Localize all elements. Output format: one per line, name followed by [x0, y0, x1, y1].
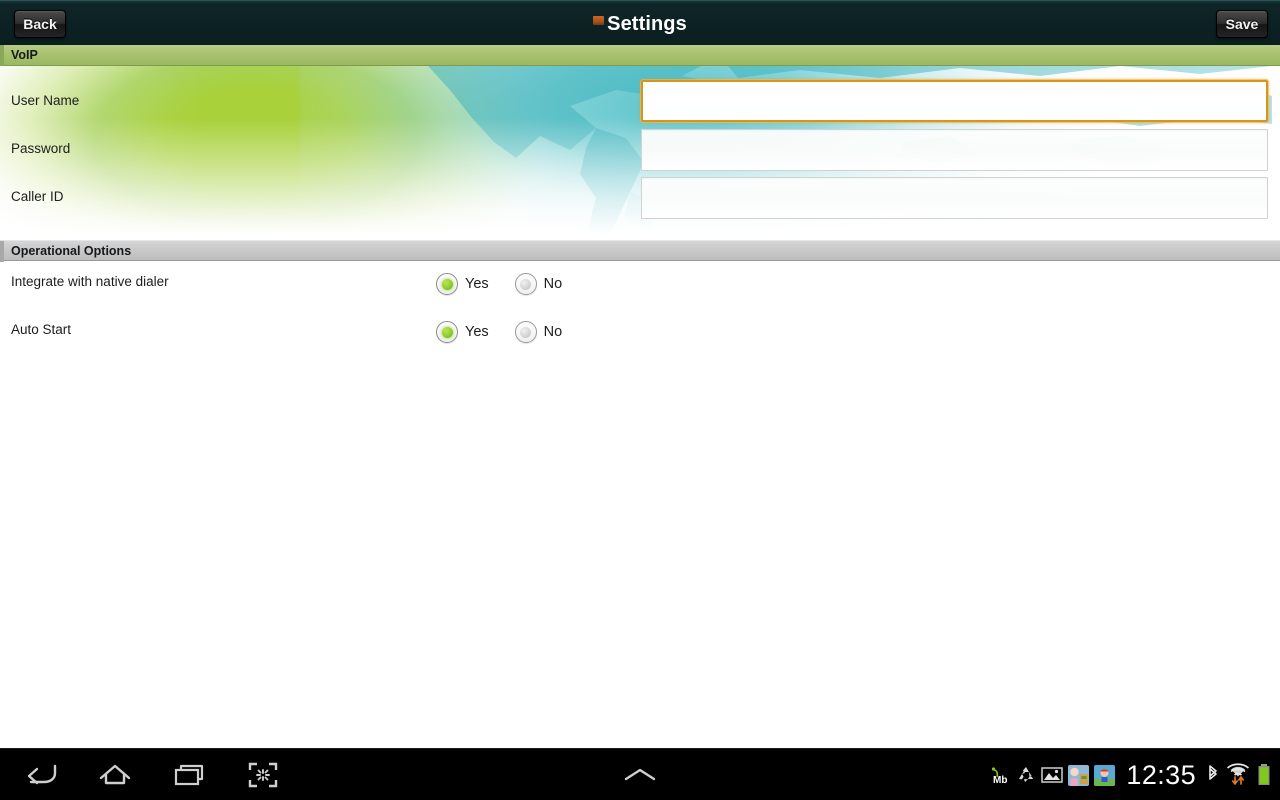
radio-integrate-dialer-yes[interactable]: Yes — [436, 273, 489, 295]
gallery-image-icon — [1041, 766, 1064, 784]
section-header-operational-options-label: Operational Options — [11, 243, 132, 258]
back-icon — [27, 764, 57, 785]
radio-label-no: No — [543, 276, 563, 292]
chevron-up-icon — [624, 768, 656, 781]
radio-button-yes-icon[interactable] — [436, 321, 458, 343]
home-icon — [99, 764, 131, 785]
status-clock: 12:35 — [1126, 759, 1196, 790]
recents-icon — [174, 764, 204, 786]
radio-button-no-icon[interactable] — [514, 273, 537, 295]
app-thumbnail-2-icon — [1094, 764, 1116, 786]
radio-label-yes: Yes — [465, 324, 489, 340]
title-container: Settings — [0, 1, 1280, 47]
system-navigation-bar: Mb 12:35 — [0, 748, 1280, 800]
status-bar-area[interactable]: Mb 12:35 — [990, 749, 1280, 800]
battery-icon — [1256, 763, 1272, 787]
section-header-operational-options: Operational Options — [0, 240, 1280, 262]
bluetooth-icon — [1206, 764, 1220, 786]
radio-group-integrate-dialer: Yes No — [436, 273, 562, 295]
option-row-integrate-dialer: Integrate with native dialer Yes No — [0, 262, 1280, 306]
label-password: Password — [11, 141, 71, 156]
voip-form-panel: User Name Password Caller ID — [0, 66, 1280, 240]
radio-button-no-icon[interactable] — [514, 321, 537, 343]
page-title: Settings — [607, 12, 687, 35]
save-button[interactable]: Save — [1216, 10, 1268, 38]
label-user-name: User Name — [11, 93, 80, 108]
app-thumbnail-icon — [1068, 764, 1090, 786]
radio-auto-start-yes[interactable]: Yes — [436, 321, 489, 343]
title-bar: Back Settings Save — [0, 0, 1280, 46]
nav-back-button[interactable] — [4, 749, 78, 800]
wifi-icon — [1225, 763, 1251, 787]
svg-text:Mb: Mb — [993, 775, 1007, 786]
radio-label-yes: Yes — [465, 276, 489, 292]
radio-label-no: No — [543, 324, 563, 340]
nav-home-button[interactable] — [78, 749, 152, 800]
nav-screenshot-button[interactable] — [226, 749, 300, 800]
operational-options-panel: Integrate with native dialer Yes No Auto… — [0, 262, 1280, 748]
option-label-auto-start: Auto Start — [11, 322, 72, 337]
user-name-input[interactable] — [641, 80, 1268, 122]
section-header-voip: VoIP — [0, 45, 1280, 66]
section-header-voip-label: VoIP — [11, 48, 38, 62]
radio-integrate-dialer-no[interactable]: No — [514, 273, 563, 295]
nav-recents-button[interactable] — [152, 749, 226, 800]
nav-notifications-handle[interactable] — [590, 749, 690, 800]
radio-button-yes-icon[interactable] — [436, 273, 458, 295]
option-row-auto-start: Auto Start Yes No — [0, 310, 1280, 354]
android-settings-screen: Back Settings Save VoIP User Name Passwo… — [0, 0, 1280, 800]
recycle-icon — [1016, 765, 1036, 785]
label-caller-id: Caller ID — [11, 189, 64, 204]
option-label-integrate-dialer: Integrate with native dialer — [11, 274, 169, 289]
password-input[interactable] — [641, 129, 1268, 171]
screenshot-icon — [248, 762, 278, 788]
app-logo-icon — [593, 16, 605, 25]
caller-id-input[interactable] — [641, 177, 1268, 219]
radio-group-auto-start: Yes No — [436, 321, 562, 343]
data-usage-mb-icon: Mb — [990, 765, 1011, 786]
radio-auto-start-no[interactable]: No — [514, 321, 563, 343]
